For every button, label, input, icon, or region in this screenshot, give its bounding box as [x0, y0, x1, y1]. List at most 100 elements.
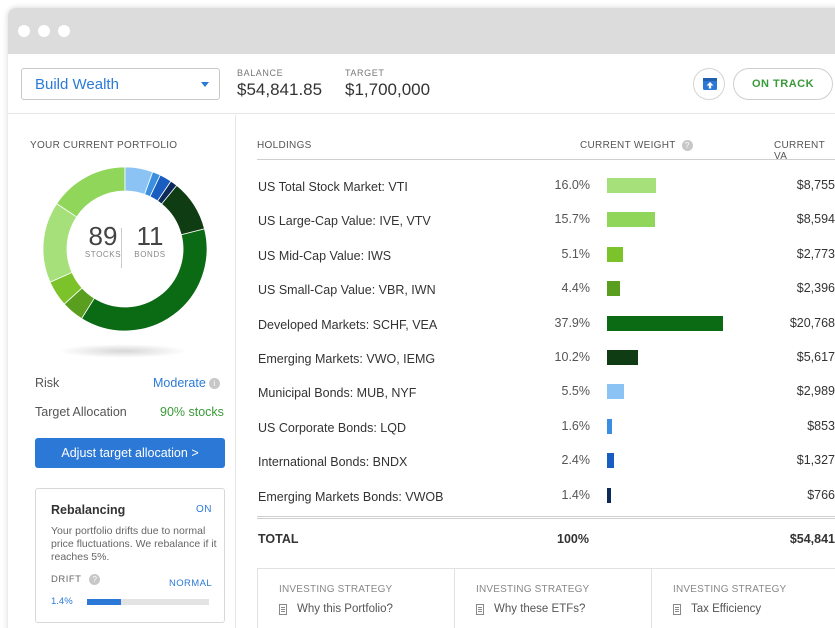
strategy-tiles: INVESTING STRATEGY Why this Portfolio? I…: [257, 568, 835, 628]
holding-weight-bar: [607, 212, 656, 228]
target-stat: TARGET $1,700,000: [345, 68, 430, 100]
document-icon: [476, 604, 484, 615]
risk-value: Moderate: [153, 376, 206, 390]
bonds-value: 11: [136, 221, 164, 251]
balance-value: $54,841.85: [237, 80, 323, 99]
holding-name: Emerging Markets: VWO, IEMG: [258, 352, 436, 366]
holding-weight-bar: [607, 178, 656, 193]
holding-value: $766: [807, 487, 835, 502]
total-label: TOTAL: [258, 532, 299, 546]
holding-name: Emerging Markets Bonds: VWOB: [258, 489, 444, 504]
balance-label: BALANCE: [237, 68, 284, 78]
rebalancing-title: Rebalancing: [51, 503, 126, 517]
strategy-title: Why these ETFs?: [494, 603, 586, 615]
strategy-title: Why this Portfolio?: [297, 603, 393, 615]
bonds-summary: 11 BONDS: [130, 222, 170, 259]
donut-divider: [121, 228, 122, 268]
holding-weight-pct: 15.7%: [554, 212, 590, 227]
holding-weight-bar: [607, 384, 624, 400]
info-icon[interactable]: ?: [681, 140, 693, 151]
holding-value: $1,327: [796, 453, 835, 468]
chevron-down-icon: [201, 82, 209, 87]
holding-weight-pct: 16.0%: [554, 178, 590, 192]
holdings-header: HOLDINGS: [257, 140, 312, 151]
transfer-icon: [703, 78, 717, 90]
strategy-tile-tax[interactable]: INVESTING STRATEGY Tax Efficiency: [652, 569, 835, 628]
window-dot-icon: [18, 25, 30, 37]
header-divider: [257, 159, 835, 160]
holding-weight-pct: 5.5%: [561, 384, 591, 399]
holding-value: $8,755: [796, 178, 835, 192]
holding-name: Municipal Bonds: MUB, NYF: [258, 386, 417, 401]
strategy-title: Tax Efficiency: [691, 603, 762, 615]
goal-select[interactable]: Build Wealth: [21, 68, 220, 100]
holding-value: $8,594: [796, 212, 835, 227]
risk-label: Risk: [35, 376, 60, 390]
holding-name: International Bonds: BNDX: [258, 455, 408, 470]
rebalancing-toggle[interactable]: ON: [196, 504, 212, 515]
drift-value: 1.4%: [51, 596, 73, 607]
donut-shadow: [58, 344, 188, 358]
holding-weight-bar: [607, 350, 639, 365]
stocks-summary: 89 STOCKS: [84, 222, 122, 259]
transfer-button[interactable]: [693, 68, 725, 100]
holding-value: $5,617: [796, 350, 835, 364]
window-dot-icon: [38, 25, 50, 37]
holding-weight-pct: 1.6%: [561, 418, 591, 433]
strategy-kicker: INVESTING STRATEGY: [476, 584, 590, 595]
holding-value: $2,989: [796, 384, 835, 399]
drift-progress-track: [87, 599, 209, 605]
goal-select-value: Build Wealth: [35, 76, 119, 93]
holding-weight-bar: [607, 418, 612, 434]
holding-weight-pct: 2.4%: [561, 453, 591, 468]
holding-value: $2,773: [796, 246, 835, 261]
holding-weight-bar: [607, 487, 612, 503]
strategy-kicker: INVESTING STRATEGY: [673, 584, 787, 595]
target-allocation-value: 90% stocks: [160, 405, 224, 419]
document-icon: [279, 604, 287, 615]
strategy-kicker: INVESTING STRATEGY: [279, 584, 393, 595]
info-icon[interactable]: ?: [89, 574, 101, 585]
holding-weight-bar: [607, 453, 615, 469]
on-track-button[interactable]: ON TRACK: [733, 68, 833, 100]
drift-status: NORMAL: [168, 578, 212, 589]
adjust-allocation-button[interactable]: Adjust target allocation >: [35, 438, 225, 468]
weight-header-label: CURRENT WEIGHT: [580, 140, 676, 152]
holding-weight-pct: 1.4%: [561, 487, 591, 502]
target-label: TARGET: [345, 68, 385, 78]
holding-name: US Total Stock Market: VTI: [258, 180, 408, 194]
rebalancing-description: Your portfolio drifts due to normal pric…: [51, 525, 217, 563]
holding-weight-pct: 37.9%: [554, 315, 590, 330]
holding-name: US Corporate Bonds: LQD: [258, 420, 406, 435]
donut-segment: [56, 166, 126, 218]
window-titlebar: [8, 8, 835, 54]
balance-stat: BALANCE $54,841.85: [237, 68, 322, 100]
holding-name: US Small-Cap Value: VBR, IWN: [258, 283, 436, 298]
holding-name: US Mid-Cap Value: IWS: [258, 248, 392, 263]
target-allocation-label: Target Allocation: [35, 405, 127, 419]
total-divider: [257, 516, 835, 519]
portfolio-title: YOUR CURRENT PORTFOLIO: [30, 140, 178, 151]
rebalancing-card: Rebalancing ON Your portfolio drifts due…: [35, 488, 225, 623]
holding-value: $20,768: [789, 315, 835, 330]
holding-value: $2,396: [796, 281, 835, 296]
holding-weight-bar: [607, 246, 623, 262]
risk-row[interactable]: Moderate i: [153, 376, 220, 390]
holding-weight-bar: [607, 281, 621, 297]
holding-value: $853: [807, 418, 835, 433]
weight-header: CURRENT WEIGHT?: [580, 140, 693, 151]
holding-name: US Large-Cap Value: IVE, VTV: [258, 214, 431, 229]
drift-label-row: DRIFT?: [51, 574, 101, 585]
strategy-tile-portfolio[interactable]: INVESTING STRATEGY Why this Portfolio?: [258, 569, 455, 628]
stocks-label: STOCKS: [84, 250, 122, 259]
bonds-label: BONDS: [134, 250, 166, 259]
strategy-tile-etfs[interactable]: INVESTING STRATEGY Why these ETFs?: [455, 569, 652, 628]
holding-weight-bar: [607, 315, 723, 331]
info-icon[interactable]: i: [208, 378, 220, 390]
holding-weight-pct: 5.1%: [561, 246, 591, 261]
target-value: $1,700,000: [345, 80, 431, 99]
stocks-value: 89: [88, 221, 118, 251]
document-icon: [673, 604, 681, 615]
holding-weight-pct: 4.4%: [561, 281, 591, 296]
total-pct: 100%: [557, 532, 589, 546]
